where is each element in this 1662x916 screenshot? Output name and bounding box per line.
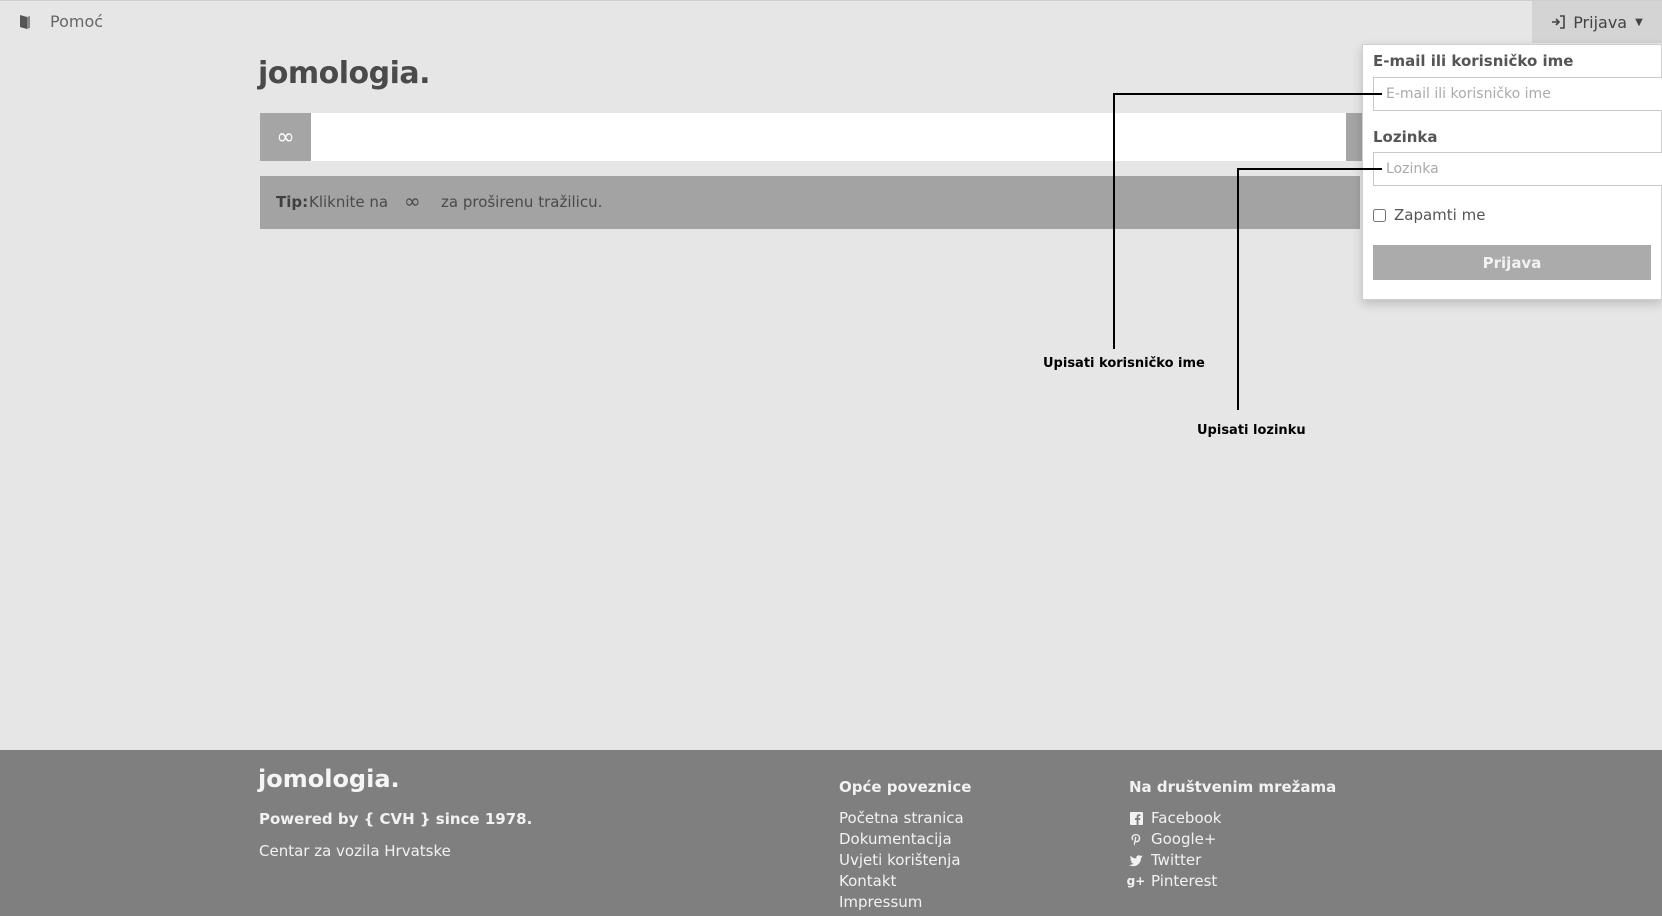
help-link[interactable]: Pomoć	[18, 12, 103, 31]
infinity-icon: ∞	[276, 124, 295, 150]
annotation-line-password-vertical	[1237, 168, 1239, 410]
footer-link-contact[interactable]: Kontakt	[839, 871, 971, 892]
advanced-search-button[interactable]: ∞	[260, 113, 311, 161]
remember-me-label: Zapamti me	[1394, 206, 1486, 224]
login-dropdown-toggle[interactable]: Prijava ▼	[1532, 1, 1662, 43]
social-label-google-plus: Google+	[1151, 830, 1217, 848]
social-link-twitter[interactable]: Twitter	[1129, 850, 1336, 871]
top-bar: Pomoć Prijava ▼	[0, 0, 1662, 45]
social-link-facebook[interactable]: Facebook	[1129, 808, 1336, 829]
remember-me[interactable]: Zapamti me	[1373, 206, 1485, 224]
social-label-pinterest: Pinterest	[1151, 872, 1218, 890]
infinity-icon: ∞	[404, 189, 421, 213]
google-plus-icon: g+	[1126, 874, 1146, 888]
search-submit-button[interactable]	[1346, 113, 1362, 161]
social-link-google-plus[interactable]: Google+	[1129, 829, 1336, 850]
social-heading: Na društvenim mrežama	[1129, 778, 1337, 796]
password-field[interactable]	[1373, 152, 1662, 186]
remember-me-checkbox[interactable]	[1373, 208, 1386, 222]
footer-link-docs[interactable]: Dokumentacija	[839, 829, 971, 850]
caret-down-icon: ▼	[1635, 16, 1643, 28]
sign-in-icon	[1552, 15, 1565, 29]
footer-link-terms[interactable]: Uvjeti korištenja	[839, 850, 971, 871]
book-icon	[20, 14, 30, 29]
annotation-line-username	[1113, 93, 1382, 95]
twitter-icon	[1129, 854, 1143, 867]
footer-logo: jomologia.	[258, 765, 400, 793]
tip-banner: Tip: Kliknite na ∞ za proširenu tražilic…	[260, 176, 1360, 229]
general-links-heading: Opće poveznice	[839, 778, 972, 796]
help-label: Pomoć	[50, 12, 104, 31]
annotation-password-hint: Upisati lozinku	[1197, 423, 1306, 438]
footer-general-links: Opće poveznice Početna stranica Dokument…	[839, 778, 971, 913]
password-label: Lozinka	[1373, 128, 1438, 146]
footer-powered-by: Powered by { CVH } since 1978.	[259, 810, 533, 828]
search-input[interactable]	[260, 113, 1360, 161]
facebook-icon	[1129, 812, 1143, 825]
footer-link-impressum[interactable]: Impressum	[839, 892, 971, 913]
footer-social-links: Na društvenim mrežama Facebook Google+ T…	[1126, 778, 1337, 892]
email-field[interactable]	[1373, 77, 1662, 111]
annotation-username-hint: Upisati korisničko ime	[1043, 356, 1205, 371]
footer-link-home[interactable]: Početna stranica	[839, 808, 971, 829]
footer-organization: Centar za vozila Hrvatske	[259, 842, 451, 860]
site-logo[interactable]: jomologia.	[258, 56, 431, 91]
tip-text-after: za proširenu tražilicu.	[441, 193, 603, 211]
social-link-pinterest[interactable]: g+ Pinterest	[1126, 871, 1336, 892]
login-toggle-label: Prijava	[1573, 12, 1628, 32]
footer: jomologia. Powered by { CVH } since 1978…	[0, 750, 1662, 916]
social-label-facebook: Facebook	[1151, 809, 1222, 827]
email-label: E-mail ili korisničko ime	[1373, 52, 1574, 70]
tip-label: Tip:	[276, 193, 309, 211]
pinterest-icon	[1129, 833, 1143, 847]
login-submit-button[interactable]: Prijava	[1373, 245, 1651, 280]
login-dropdown: E-mail ili korisničko ime Lozinka Zapamt…	[1362, 44, 1662, 300]
social-label-twitter: Twitter	[1151, 851, 1202, 869]
annotation-line-password	[1237, 168, 1382, 170]
tip-text-before: Kliknite na	[309, 193, 389, 211]
annotation-line-username-vertical	[1113, 93, 1115, 349]
